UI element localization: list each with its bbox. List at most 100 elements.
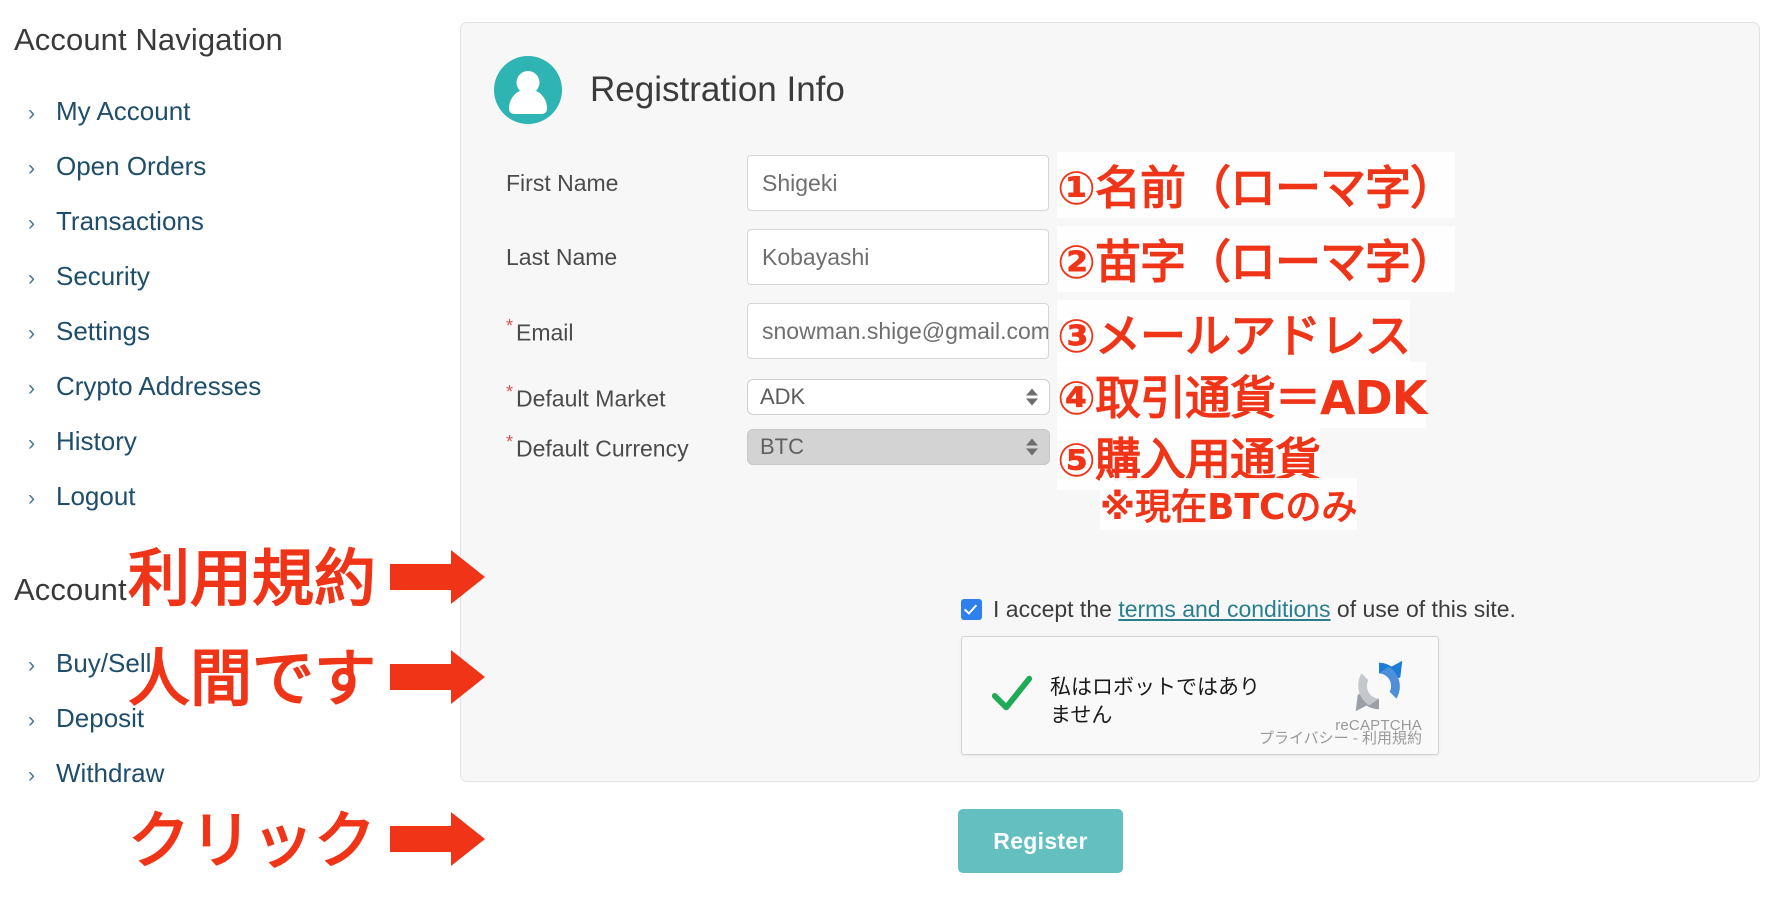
chevron-down-icon: [1026, 448, 1038, 456]
chevron-right-icon: ›: [28, 157, 35, 180]
recaptcha-verified-check-icon: [991, 675, 1033, 711]
sidebar-item-label: Transactions: [56, 206, 204, 236]
sidebar-item-label: Security: [56, 261, 150, 291]
sidebar-item-label: Withdraw: [56, 758, 165, 788]
first-name-input[interactable]: Shigeki: [747, 155, 1049, 211]
arrow-to-terms-checkbox: [390, 550, 485, 604]
sidebar-item-my-account[interactable]: › My Account: [28, 96, 190, 127]
chevron-up-icon: [1026, 388, 1038, 396]
annotation-terms-label: 利用規約: [128, 542, 377, 615]
annotation-4: ④取引通貨＝ADK: [1057, 362, 1427, 428]
chevron-right-icon: ›: [28, 102, 35, 125]
arrow-to-recaptcha: [390, 650, 485, 704]
terms-acceptance-row: I accept the terms and conditions of use…: [961, 596, 1516, 623]
arrow-to-register-button: [390, 812, 485, 866]
field-label-text: Default Market: [516, 385, 666, 412]
arrow-shaft: [390, 564, 452, 590]
page-title: Registration Info: [590, 70, 845, 109]
field-label-first-name: First Name: [506, 169, 619, 196]
recaptcha-label: 私はロボットではありません: [1050, 676, 1260, 727]
field-label-default-market: * Default Market: [494, 382, 747, 413]
terms-text-after: of use of this site.: [1330, 596, 1516, 622]
sidebar-item-crypto-addresses[interactable]: › Crypto Addresses: [28, 371, 261, 402]
user-avatar-icon: [494, 56, 562, 124]
sidebar-item-label: Open Orders: [56, 151, 207, 181]
register-button[interactable]: Register: [958, 809, 1123, 873]
sidebar-item-label: My Account: [56, 96, 191, 126]
arrow-shaft: [390, 664, 452, 690]
chevron-down-icon: [1026, 398, 1038, 406]
annotation-2-text: 苗字（ローマ字）: [1094, 235, 1456, 289]
chevron-right-icon: ›: [28, 322, 35, 345]
account-sidebar: Account Navigation › My Account › Open O…: [0, 0, 470, 920]
sidebar-item-label: Logout: [56, 481, 136, 511]
form-row-default-currency: * Default Currency BTC: [494, 429, 1050, 465]
form-row-default-market: * Default Market ADK: [494, 379, 1050, 415]
chevron-right-icon: ›: [28, 212, 35, 235]
chevron-right-icon: ›: [28, 709, 35, 732]
field-label-email: * Email: [494, 316, 747, 347]
annotation-3-text: メールアドレス: [1094, 309, 1411, 363]
chevron-right-icon: ›: [28, 487, 35, 510]
sidebar-item-label: History: [56, 426, 137, 456]
accept-terms-checkbox[interactable]: [961, 599, 982, 620]
annotation-click-label: クリック: [128, 804, 377, 877]
terms-and-conditions-link[interactable]: terms and conditions: [1118, 596, 1330, 622]
sidebar-item-history[interactable]: › History: [28, 426, 137, 457]
arrow-shaft: [390, 826, 452, 852]
chevron-right-icon: ›: [28, 432, 35, 455]
chevron-right-icon: ›: [28, 654, 35, 677]
sidebar-item-logout[interactable]: › Logout: [28, 481, 136, 512]
annotation-note-btc-only: ※現在BTCのみ: [1100, 478, 1358, 530]
arrow-head: [451, 650, 485, 704]
field-label-default-currency: * Default Currency: [494, 432, 747, 463]
annotation-4-number: ④: [1057, 371, 1096, 425]
annotation-1: ①名前（ローマ字）: [1057, 152, 1456, 218]
annotation-3: ③メールアドレス: [1057, 300, 1411, 366]
chevron-right-icon: ›: [28, 267, 35, 290]
sidebar-item-open-orders[interactable]: › Open Orders: [28, 151, 206, 182]
last-name-input[interactable]: Kobayashi: [747, 229, 1049, 285]
default-currency-select: BTC: [747, 429, 1050, 465]
form-row-first-name: First Name Shigeki: [494, 155, 1049, 211]
form-row-last-name: Last Name Kobayashi: [494, 229, 1049, 285]
terms-text: I accept the terms and conditions of use…: [993, 596, 1516, 623]
sidebar-item-label: Crypto Addresses: [56, 371, 262, 401]
field-label-last-name: Last Name: [506, 243, 618, 270]
sidebar-item-deposit[interactable]: › Deposit: [28, 703, 144, 734]
annotation-human-label: 人間です: [128, 642, 377, 715]
sidebar-section-title-account: Account: [14, 572, 127, 607]
panel-header: Registration Info: [494, 56, 845, 124]
annotation-2: ②苗字（ローマ字）: [1057, 226, 1456, 292]
annotation-4-text: 取引通貨＝ADK: [1094, 371, 1427, 425]
arrow-head: [451, 550, 485, 604]
field-label-text: Default Currency: [516, 435, 689, 462]
sidebar-section-title-account-navigation: Account Navigation: [14, 22, 283, 57]
arrow-head: [451, 812, 485, 866]
chevron-right-icon: ›: [28, 377, 35, 400]
chevron-right-icon: ›: [28, 764, 35, 787]
recaptcha-footer-links[interactable]: プライバシー - 利用規約: [1259, 727, 1422, 748]
sidebar-item-transactions[interactable]: › Transactions: [28, 206, 204, 237]
default-currency-value: BTC: [760, 434, 804, 459]
required-marker-icon: *: [506, 431, 514, 452]
field-label-text: Email: [516, 319, 574, 346]
annotation-5-number: ⑤: [1057, 433, 1096, 487]
sidebar-item-label: Settings: [56, 316, 150, 346]
chevron-up-icon: [1026, 438, 1038, 446]
default-market-select[interactable]: ADK: [747, 379, 1050, 415]
annotation-2-number: ②: [1057, 235, 1096, 289]
email-input[interactable]: snowman.shige@gmail.com: [747, 303, 1049, 359]
recaptcha-logo-icon: [1355, 660, 1403, 712]
terms-text-before: I accept the: [993, 596, 1119, 622]
select-stepper-icon: [1026, 438, 1038, 456]
select-stepper-icon: [1026, 388, 1038, 406]
form-row-email: * Email snowman.shige@gmail.com: [494, 303, 1049, 359]
annotation-1-text: 名前（ローマ字）: [1094, 161, 1456, 215]
sidebar-item-withdraw[interactable]: › Withdraw: [28, 758, 164, 789]
recaptcha-widget[interactable]: 私はロボットではありません reCAPTCHA プライバシー - 利用規約: [961, 636, 1439, 755]
sidebar-item-settings[interactable]: › Settings: [28, 316, 150, 347]
required-marker-icon: *: [506, 381, 514, 402]
sidebar-item-security[interactable]: › Security: [28, 261, 150, 292]
required-marker-icon: *: [506, 315, 514, 336]
